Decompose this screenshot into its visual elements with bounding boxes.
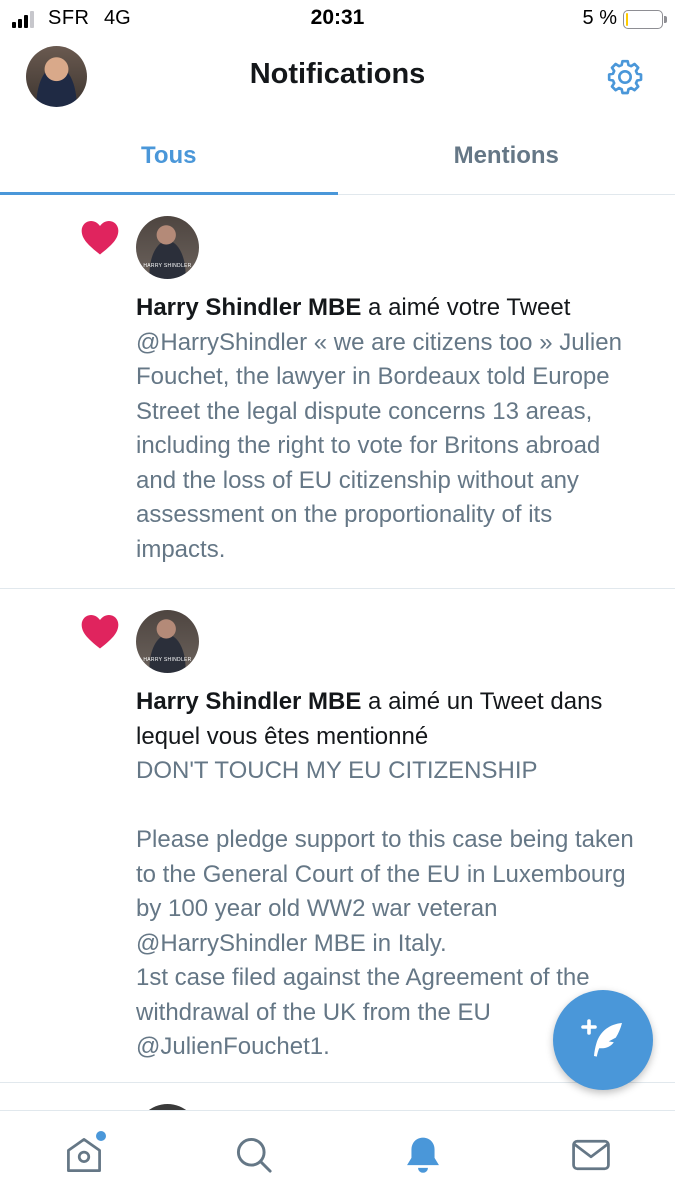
tweet-preview: @HarryShindler « we are citizens too » J… bbox=[136, 328, 622, 563]
actor-name[interactable]: Harry Shindler MBE bbox=[136, 688, 361, 715]
avatar[interactable]: HARRY SHINDLER bbox=[136, 216, 199, 279]
bottom-navigation bbox=[0, 1110, 675, 1200]
compose-tweet-icon bbox=[581, 1019, 622, 1057]
notification-tabs: Tous Mentions bbox=[0, 124, 675, 195]
header: Notifications bbox=[0, 40, 675, 112]
gear-icon[interactable] bbox=[605, 57, 645, 97]
clock: 20:31 bbox=[310, 6, 365, 29]
notification-item[interactable]: HARRY SHINDLER Harry Shindler MBE a aimé… bbox=[0, 196, 675, 589]
heart-icon bbox=[81, 221, 119, 255]
unread-dot bbox=[96, 1131, 106, 1141]
nav-notifications[interactable] bbox=[401, 1133, 445, 1177]
status-bar: SFR 4G 20:31 5 % bbox=[0, 0, 675, 40]
bell-icon bbox=[407, 1137, 439, 1173]
nav-messages[interactable] bbox=[569, 1133, 613, 1177]
avatar[interactable]: HARRY SHINDLER bbox=[136, 610, 199, 673]
tab-all[interactable]: Tous bbox=[0, 124, 338, 195]
nav-search[interactable] bbox=[232, 1133, 276, 1177]
notification-action: a aimé votre Tweet bbox=[361, 294, 571, 321]
search-icon bbox=[236, 1137, 272, 1173]
nav-home[interactable] bbox=[62, 1131, 106, 1177]
envelope-icon bbox=[572, 1139, 610, 1171]
battery-percentage: 5 % bbox=[582, 7, 617, 29]
actor-name[interactable]: Harry Shindler MBE bbox=[136, 294, 361, 321]
battery-icon bbox=[623, 10, 667, 29]
page-title: Notifications bbox=[249, 58, 426, 90]
heart-icon bbox=[81, 615, 119, 649]
compose-tweet-button[interactable] bbox=[553, 990, 653, 1090]
tab-mentions[interactable]: Mentions bbox=[338, 124, 675, 194]
notification-text: Harry Shindler MBE a aimé votre Tweet @H… bbox=[136, 291, 646, 567]
